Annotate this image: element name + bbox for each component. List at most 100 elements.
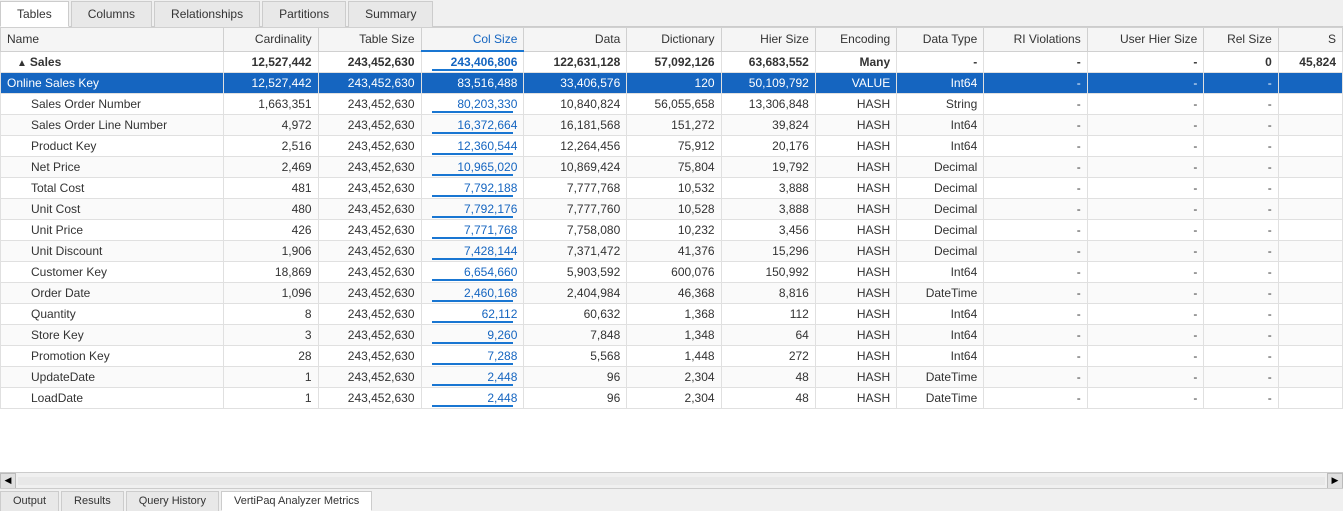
cell-ri_violations: - bbox=[984, 325, 1087, 346]
cell-ri_violations: - bbox=[984, 388, 1087, 409]
tab-summary[interactable]: Summary bbox=[348, 1, 433, 27]
bottom-tab-output[interactable]: Output bbox=[0, 491, 59, 511]
table-row[interactable]: UpdateDate1243,452,6302,448962,30448HASH… bbox=[1, 367, 1343, 388]
cell-ri_violations: - bbox=[984, 304, 1087, 325]
cell-rel_size: - bbox=[1204, 325, 1278, 346]
cell-s bbox=[1278, 178, 1342, 199]
col-header-name[interactable]: Name bbox=[1, 28, 224, 52]
table-row[interactable]: Product Key2,516243,452,63012,360,54412,… bbox=[1, 136, 1343, 157]
cell-data: 10,869,424 bbox=[524, 157, 627, 178]
col-header-data[interactable]: Data bbox=[524, 28, 627, 52]
cell-hier_size: 13,306,848 bbox=[721, 94, 815, 115]
summary-cell-data: 122,631,128 bbox=[524, 51, 627, 73]
cell-encoding: HASH bbox=[815, 241, 896, 262]
cell-table_size: 243,452,630 bbox=[318, 241, 421, 262]
table-row[interactable]: Unit Discount1,906243,452,6307,428,1447,… bbox=[1, 241, 1343, 262]
table-row[interactable]: Total Cost481243,452,6307,792,1887,777,7… bbox=[1, 178, 1343, 199]
summary-cell-rel_size: 0 bbox=[1204, 51, 1278, 73]
table-row[interactable]: Net Price2,469243,452,63010,965,02010,86… bbox=[1, 157, 1343, 178]
cell-name: Store Key bbox=[1, 325, 224, 346]
cell-data: 7,777,768 bbox=[524, 178, 627, 199]
cell-data: 7,777,760 bbox=[524, 199, 627, 220]
table-row[interactable]: Unit Price426243,452,6307,771,7687,758,0… bbox=[1, 220, 1343, 241]
cell-rel_size: - bbox=[1204, 199, 1278, 220]
tab-partitions[interactable]: Partitions bbox=[262, 1, 346, 27]
cell-hier_size: 3,888 bbox=[721, 178, 815, 199]
bottom-tab-query-history[interactable]: Query History bbox=[126, 491, 219, 511]
tab-relationships[interactable]: Relationships bbox=[154, 1, 260, 27]
cell-table_size: 243,452,630 bbox=[318, 94, 421, 115]
bottom-tab-bar: OutputResultsQuery HistoryVertiPaq Analy… bbox=[0, 488, 1343, 511]
summary-cell-s: 45,824 bbox=[1278, 51, 1342, 73]
scroll-left-btn[interactable]: ◀ bbox=[0, 473, 16, 489]
cell-cardinality: 480 bbox=[224, 199, 318, 220]
table-row[interactable]: Sales Order Line Number4,972243,452,6301… bbox=[1, 115, 1343, 136]
col-header-table_size[interactable]: Table Size bbox=[318, 28, 421, 52]
cell-s bbox=[1278, 325, 1342, 346]
cell-table_size: 243,452,630 bbox=[318, 388, 421, 409]
table-row[interactable]: Order Date1,096243,452,6302,460,1682,404… bbox=[1, 283, 1343, 304]
table-row[interactable]: Online Sales Key12,527,442243,452,63083,… bbox=[1, 73, 1343, 94]
cell-name: Unit Price bbox=[1, 220, 224, 241]
cell-encoding: HASH bbox=[815, 220, 896, 241]
table-row[interactable]: Sales Order Number1,663,351243,452,63080… bbox=[1, 94, 1343, 115]
cell-dictionary: 75,804 bbox=[627, 157, 721, 178]
cell-s bbox=[1278, 115, 1342, 136]
col-header-cardinality[interactable]: Cardinality bbox=[224, 28, 318, 52]
table-row[interactable]: Unit Cost480243,452,6307,792,1767,777,76… bbox=[1, 199, 1343, 220]
cell-data: 96 bbox=[524, 367, 627, 388]
cell-s bbox=[1278, 199, 1342, 220]
cell-table_size: 243,452,630 bbox=[318, 157, 421, 178]
table-row[interactable]: Quantity8243,452,63062,11260,6321,368112… bbox=[1, 304, 1343, 325]
col-header-dictionary[interactable]: Dictionary bbox=[627, 28, 721, 52]
cell-col_size: 2,448 bbox=[421, 367, 524, 388]
col-header-s[interactable]: S bbox=[1278, 28, 1342, 52]
scroll-right-btn[interactable]: ▶ bbox=[1327, 473, 1343, 489]
col-header-hier_size[interactable]: Hier Size bbox=[721, 28, 815, 52]
cell-hier_size: 112 bbox=[721, 304, 815, 325]
cell-user_hier_size: - bbox=[1087, 136, 1204, 157]
summary-row[interactable]: ▲Sales12,527,442243,452,630243,406,80612… bbox=[1, 51, 1343, 73]
col-header-encoding[interactable]: Encoding bbox=[815, 28, 896, 52]
cell-user_hier_size: - bbox=[1087, 304, 1204, 325]
cell-dictionary: 41,376 bbox=[627, 241, 721, 262]
tab-columns[interactable]: Columns bbox=[71, 1, 152, 27]
cell-user_hier_size: - bbox=[1087, 283, 1204, 304]
h-scroll-bar: ◀ ▶ bbox=[0, 472, 1343, 488]
cell-name: Net Price bbox=[1, 157, 224, 178]
table-row[interactable]: LoadDate1243,452,6302,448962,30448HASHDa… bbox=[1, 388, 1343, 409]
h-scroll-track[interactable] bbox=[18, 477, 1325, 485]
cell-hier_size: 50,109,792 bbox=[721, 73, 815, 94]
table-row[interactable]: Store Key3243,452,6309,2607,8481,34864HA… bbox=[1, 325, 1343, 346]
bottom-tab-vertipaq-analyzer-metrics[interactable]: VertiPaq Analyzer Metrics bbox=[221, 491, 372, 511]
col-header-data_type[interactable]: Data Type bbox=[897, 28, 984, 52]
cell-hier_size: 272 bbox=[721, 346, 815, 367]
cell-dictionary: 46,368 bbox=[627, 283, 721, 304]
cell-data: 7,371,472 bbox=[524, 241, 627, 262]
col-header-rel_size[interactable]: Rel Size bbox=[1204, 28, 1278, 52]
cell-s bbox=[1278, 304, 1342, 325]
cell-user_hier_size: - bbox=[1087, 367, 1204, 388]
table-row[interactable]: Customer Key18,869243,452,6306,654,6605,… bbox=[1, 262, 1343, 283]
cell-col_size: 12,360,544 bbox=[421, 136, 524, 157]
col-header-ri_violations[interactable]: RI Violations bbox=[984, 28, 1087, 52]
cell-hier_size: 3,456 bbox=[721, 220, 815, 241]
cell-encoding: HASH bbox=[815, 262, 896, 283]
bottom-tab-results[interactable]: Results bbox=[61, 491, 124, 511]
col-header-col_size[interactable]: Col Size bbox=[421, 28, 524, 52]
cell-cardinality: 1,906 bbox=[224, 241, 318, 262]
cell-data: 5,903,592 bbox=[524, 262, 627, 283]
cell-cardinality: 28 bbox=[224, 346, 318, 367]
cell-dictionary: 1,368 bbox=[627, 304, 721, 325]
cell-table_size: 243,452,630 bbox=[318, 178, 421, 199]
cell-encoding: HASH bbox=[815, 304, 896, 325]
cell-table_size: 243,452,630 bbox=[318, 262, 421, 283]
cell-col_size: 7,288 bbox=[421, 346, 524, 367]
cell-user_hier_size: - bbox=[1087, 199, 1204, 220]
table-row[interactable]: Promotion Key28243,452,6307,2885,5681,44… bbox=[1, 346, 1343, 367]
tab-tables[interactable]: Tables bbox=[0, 1, 69, 27]
cell-table_size: 243,452,630 bbox=[318, 73, 421, 94]
table-wrapper[interactable]: NameCardinalityTable SizeCol SizeDataDic… bbox=[0, 27, 1343, 472]
cell-data: 33,406,576 bbox=[524, 73, 627, 94]
col-header-user_hier_size[interactable]: User Hier Size bbox=[1087, 28, 1204, 52]
